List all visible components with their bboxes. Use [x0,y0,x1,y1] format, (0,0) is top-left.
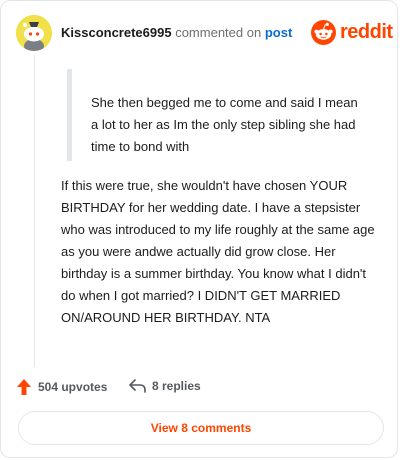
comment-card: Kissconcrete6995 commented on post reddi… [0,0,398,458]
replies-count: 8 replies [152,379,201,393]
post-link[interactable]: post [265,25,292,40]
upvote-button[interactable]: 504 upvotes [17,379,107,395]
snoo-avatar-icon [16,15,52,51]
thread-line [34,55,35,367]
quote-text: She then begged me to come and said I me… [91,95,358,154]
reply-arrow-icon [129,379,146,393]
reddit-brand[interactable]: reddit [311,20,393,45]
upvote-count: 504 upvotes [38,380,108,394]
comment-header: Kissconcrete6995 commented on post [61,25,292,40]
quote-bar [67,69,72,161]
replies-button[interactable]: 8 replies [129,379,201,393]
reddit-logo-icon [311,20,336,45]
action-text: commented on [175,25,262,40]
view-comments-button[interactable]: View 8 comments [18,411,384,445]
brand-name: reddit [340,21,393,43]
avatar[interactable] [16,15,52,51]
upvote-arrow-icon [17,379,31,395]
username[interactable]: Kissconcrete6995 [61,25,172,40]
comment-body: If this were true, she wouldn't have cho… [61,178,375,325]
